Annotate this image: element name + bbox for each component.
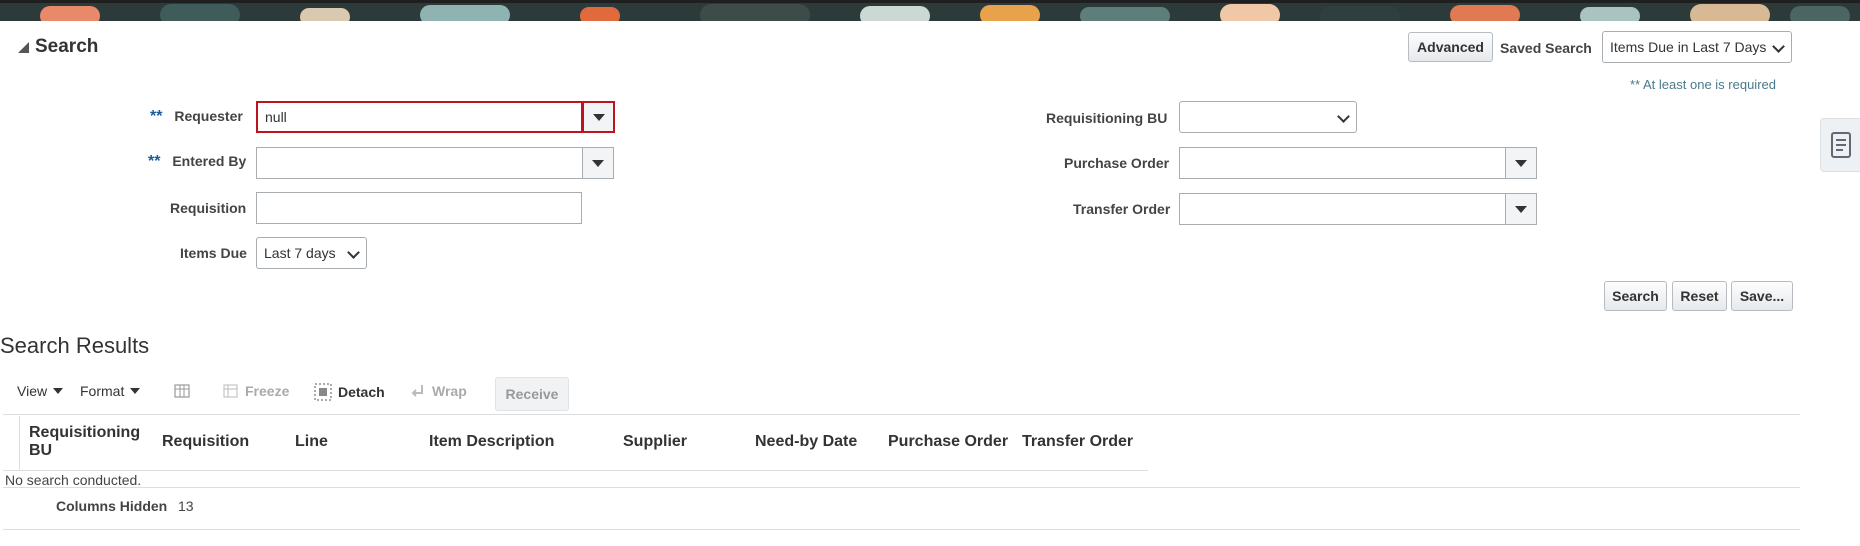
detach-label: Detach [338,384,385,400]
format-menu[interactable]: Format [80,383,141,399]
required-note: ** At least one is required [1630,77,1776,92]
freeze-label: Freeze [245,383,290,399]
transfer-order-dropdown-button[interactable] [1505,193,1537,225]
chevron-down-icon [347,246,360,259]
saved-search-label: Saved Search [1500,40,1592,56]
columns-icon-button[interactable] [174,383,192,401]
empty-message: No search conducted. [5,472,142,488]
format-label: Format [80,383,125,399]
caret-down-icon [592,159,604,167]
document-icon [1831,132,1851,158]
wrap-icon [411,385,423,397]
chevron-down-icon [1772,40,1785,53]
column-header[interactable]: Requisitioning BU [29,424,149,460]
saved-search-value: Items Due in Last 7 Days [1610,39,1767,55]
receive-button[interactable]: Receive [495,377,569,411]
collapse-triangle-icon[interactable] [18,41,29,53]
search-results-title: Search Results [0,333,150,358]
table-left-border [19,416,20,470]
freeze-icon [223,384,238,398]
requisition-label: Requisition [170,200,247,216]
transfer-order-label: Transfer Order [1073,201,1171,217]
search-button[interactable]: Search [1604,281,1667,311]
toolbar-divider [3,414,1800,415]
requester-input[interactable]: null [256,101,583,133]
requester-label: ** Requester [150,108,243,126]
wrap-button[interactable]: Wrap [410,383,467,399]
entered-by-dropdown-button[interactable] [582,147,614,179]
page-banner [0,0,1860,21]
requisitioning-bu-select[interactable] [1179,101,1357,133]
panel-drawer-tab[interactable] [1820,118,1860,172]
save-button[interactable]: Save... [1731,281,1793,311]
chevron-down-icon [1337,110,1350,123]
footer-divider [3,529,1800,530]
transfer-order-input[interactable] [1179,193,1506,225]
column-header[interactable]: Transfer Order [1022,433,1133,451]
requisitioning-bu-label: Requisitioning BU [1046,110,1168,126]
columns-hidden-label: Columns Hidden [56,498,168,514]
column-header[interactable]: Line [295,433,328,451]
purchase-order-label: Purchase Order [1064,155,1170,171]
freeze-button[interactable]: Freeze [223,383,289,399]
purchase-order-dropdown-button[interactable] [1505,147,1537,179]
header-divider [3,470,1148,471]
detach-button[interactable]: Detach [314,383,385,401]
required-marker: ** [148,153,161,170]
required-marker: ** [150,108,163,125]
caret-down-icon [592,113,605,121]
items-due-select[interactable]: Last 7 days [256,237,367,269]
column-header[interactable]: Need-by Date [755,433,857,451]
entered-by-label-text: Entered By [172,153,247,169]
column-header[interactable]: Purchase Order [888,433,1008,451]
items-due-label: Items Due [180,245,247,261]
wrap-label: Wrap [432,383,467,399]
advanced-button[interactable]: Advanced [1408,32,1493,62]
table-divider [3,487,1800,488]
view-menu[interactable]: View [17,383,64,399]
detach-icon [314,383,332,401]
search-title: Search [35,36,99,57]
caret-down-icon [1515,205,1527,213]
caret-down-icon [130,388,141,394]
requester-label-text: Requester [174,108,243,124]
items-due-value: Last 7 days [264,245,336,261]
requisition-input[interactable] [256,192,582,224]
caret-down-icon [1515,159,1527,167]
table-columns-icon [174,384,190,398]
purchase-order-input[interactable] [1179,147,1506,179]
view-label: View [17,383,48,399]
column-header[interactable]: Requisition [162,433,249,451]
entered-by-input[interactable] [256,147,583,179]
column-header[interactable]: Supplier [623,433,687,451]
saved-search-select[interactable]: Items Due in Last 7 Days [1602,31,1792,63]
requester-dropdown-button[interactable] [582,101,615,133]
columns-hidden-count: 13 [178,498,194,514]
caret-down-icon [53,388,64,394]
entered-by-label: ** Entered By [148,153,246,171]
column-header[interactable]: Item Description [429,433,554,451]
reset-button[interactable]: Reset [1672,281,1727,311]
search-section-header[interactable]: Search [18,36,98,58]
